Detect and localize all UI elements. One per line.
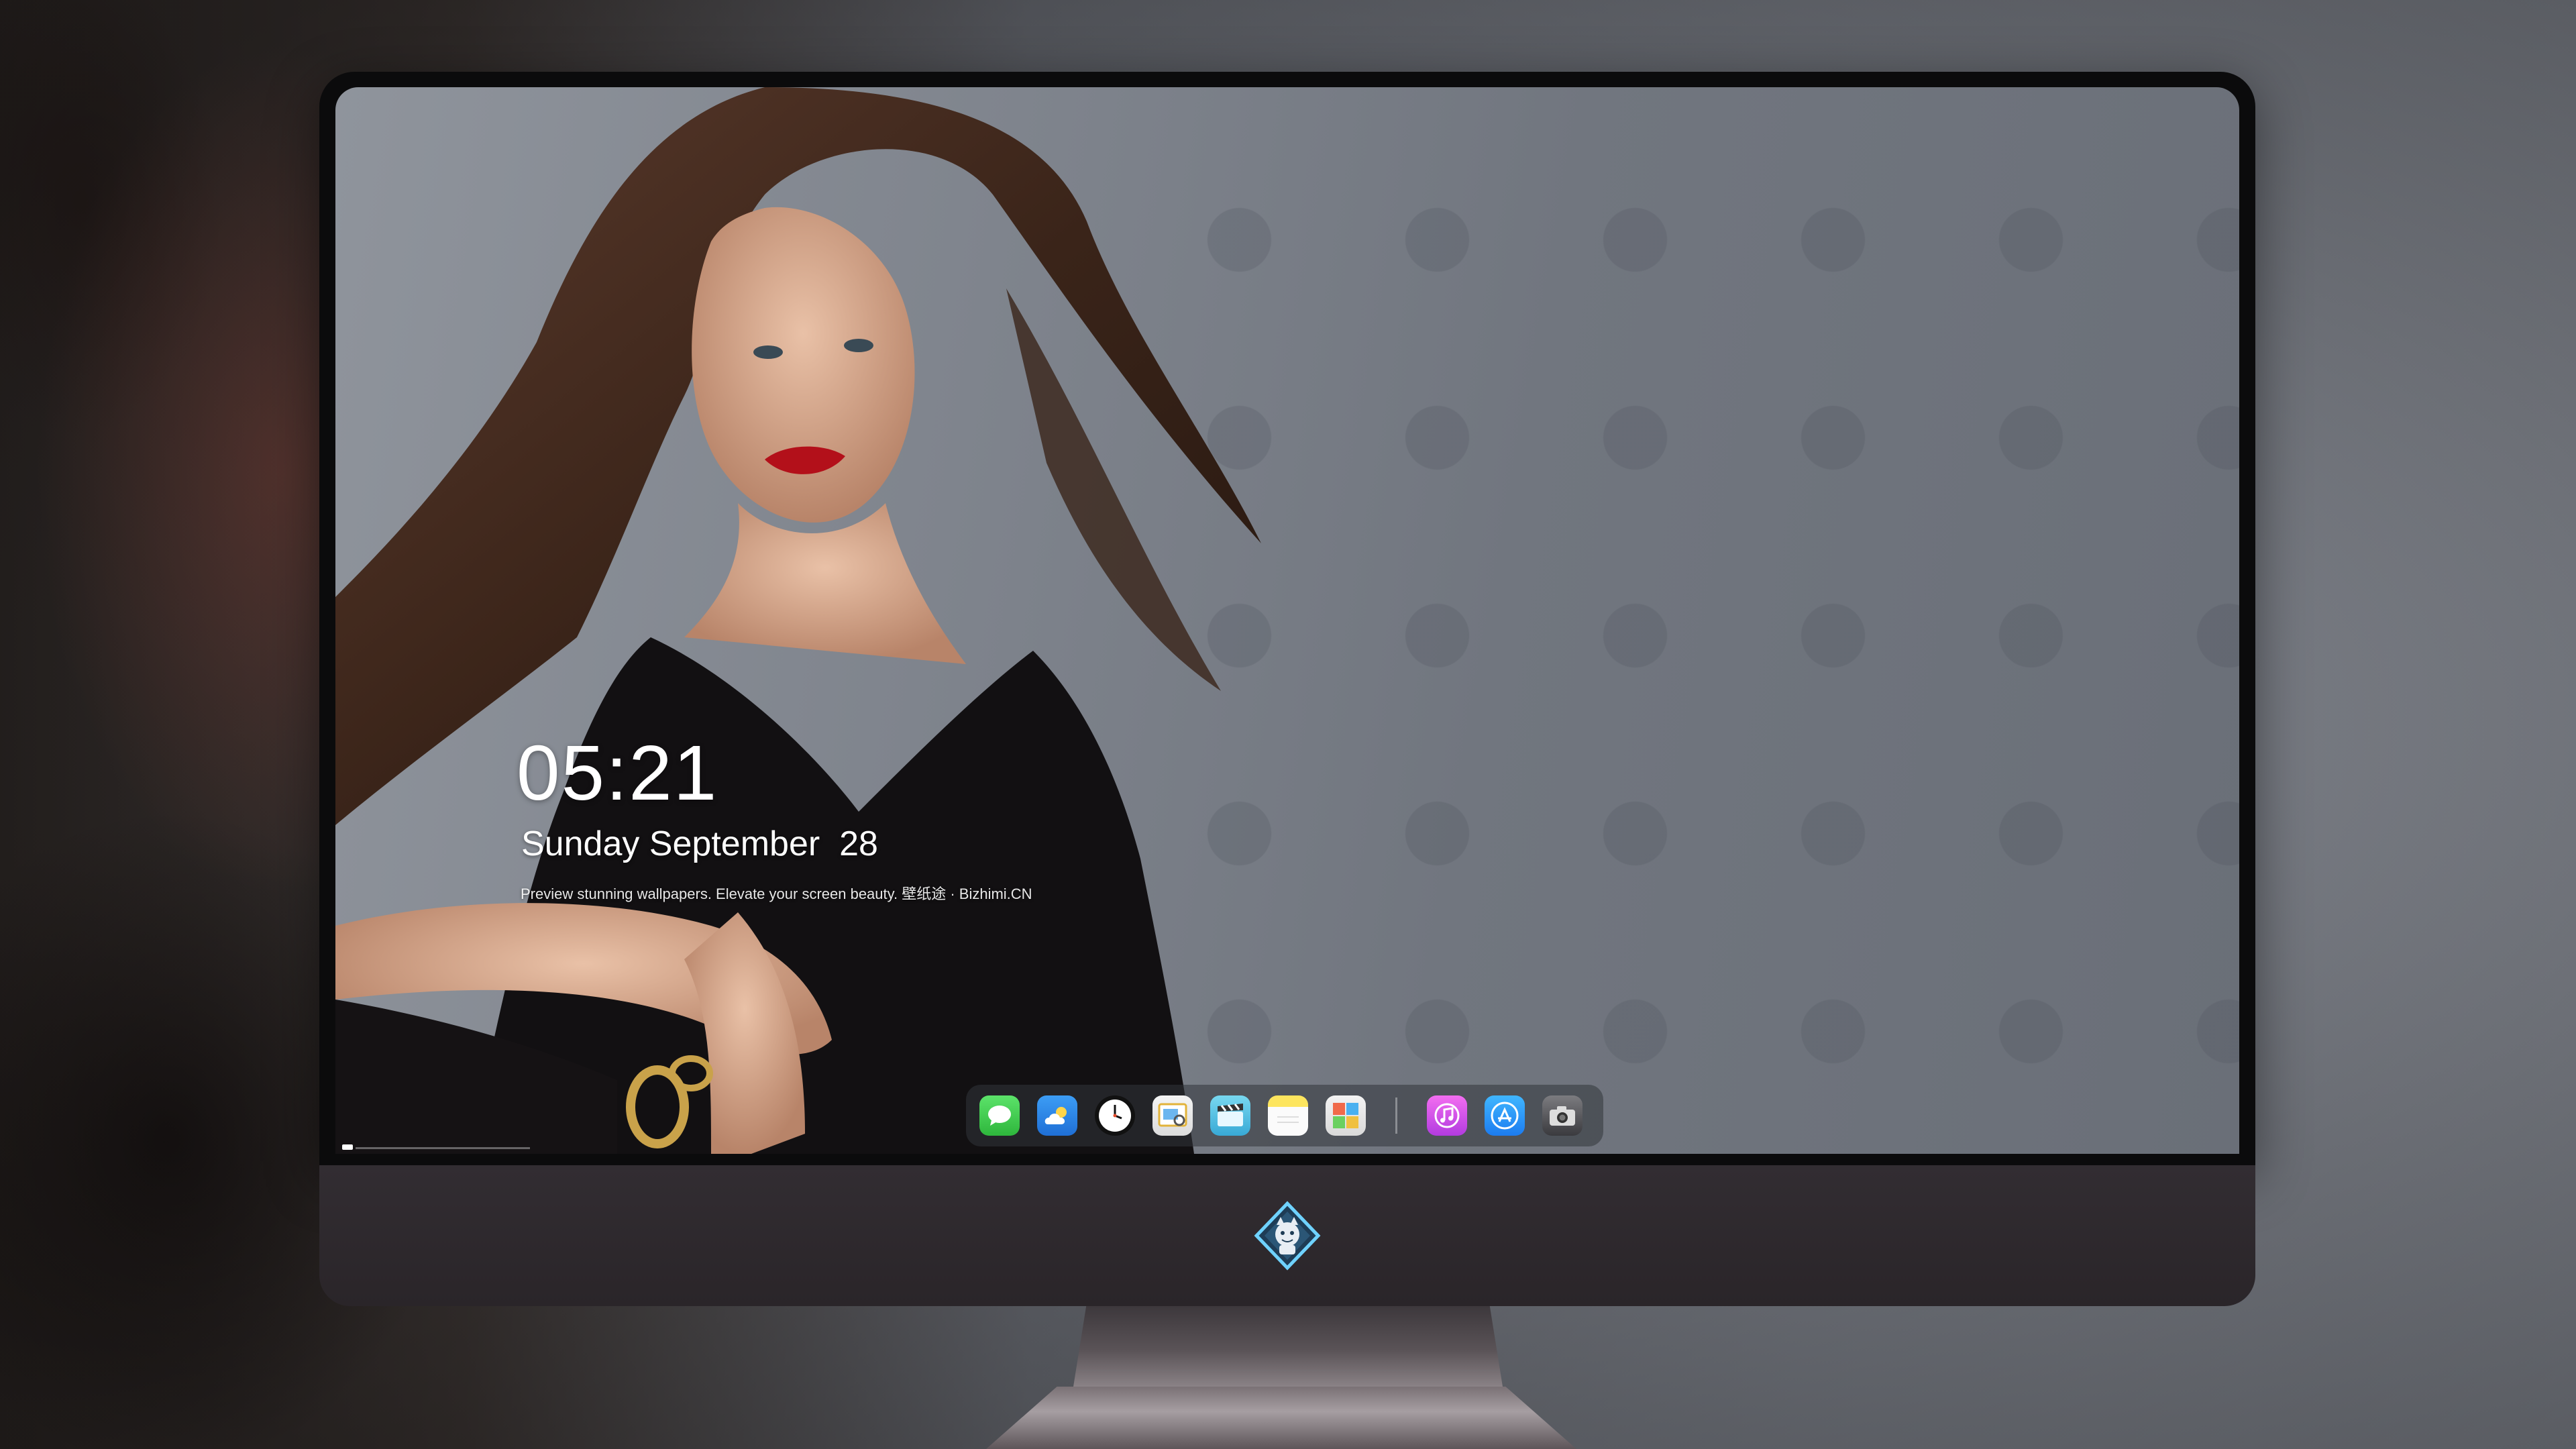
page-indicator [342,1144,353,1150]
mascot-logo-icon [1252,1201,1322,1271]
wallpaper-tagline: Preview stunning wallpapers. Elevate you… [521,885,1032,902]
monitor-stand-base [986,1387,1576,1449]
weather-icon[interactable] [1037,1095,1077,1136]
messages-icon[interactable] [979,1095,1020,1136]
preview-icon[interactable] [1152,1095,1193,1136]
wallpaper-portrait [335,87,1275,1154]
clock-icon[interactable] [1095,1095,1135,1136]
lock-date: Sunday September 28 [521,824,878,863]
dock [966,1085,1603,1146]
photos-icon[interactable] [1326,1095,1366,1136]
ghost-icon-grid [1140,141,2239,1147]
dock-separator [1395,1097,1397,1134]
monitor-screen: 05:21 Sunday September 28 Preview stunni… [335,87,2239,1154]
lock-time: 05:21 [517,729,718,816]
clips-icon[interactable] [1210,1095,1250,1136]
camera-icon[interactable] [1542,1095,1582,1136]
progress-line [356,1147,530,1149]
monitor-stand-neck [1073,1306,1503,1387]
app-store-icon[interactable] [1485,1095,1525,1136]
music-icon[interactable] [1427,1095,1467,1136]
notes-icon[interactable] [1268,1095,1308,1136]
